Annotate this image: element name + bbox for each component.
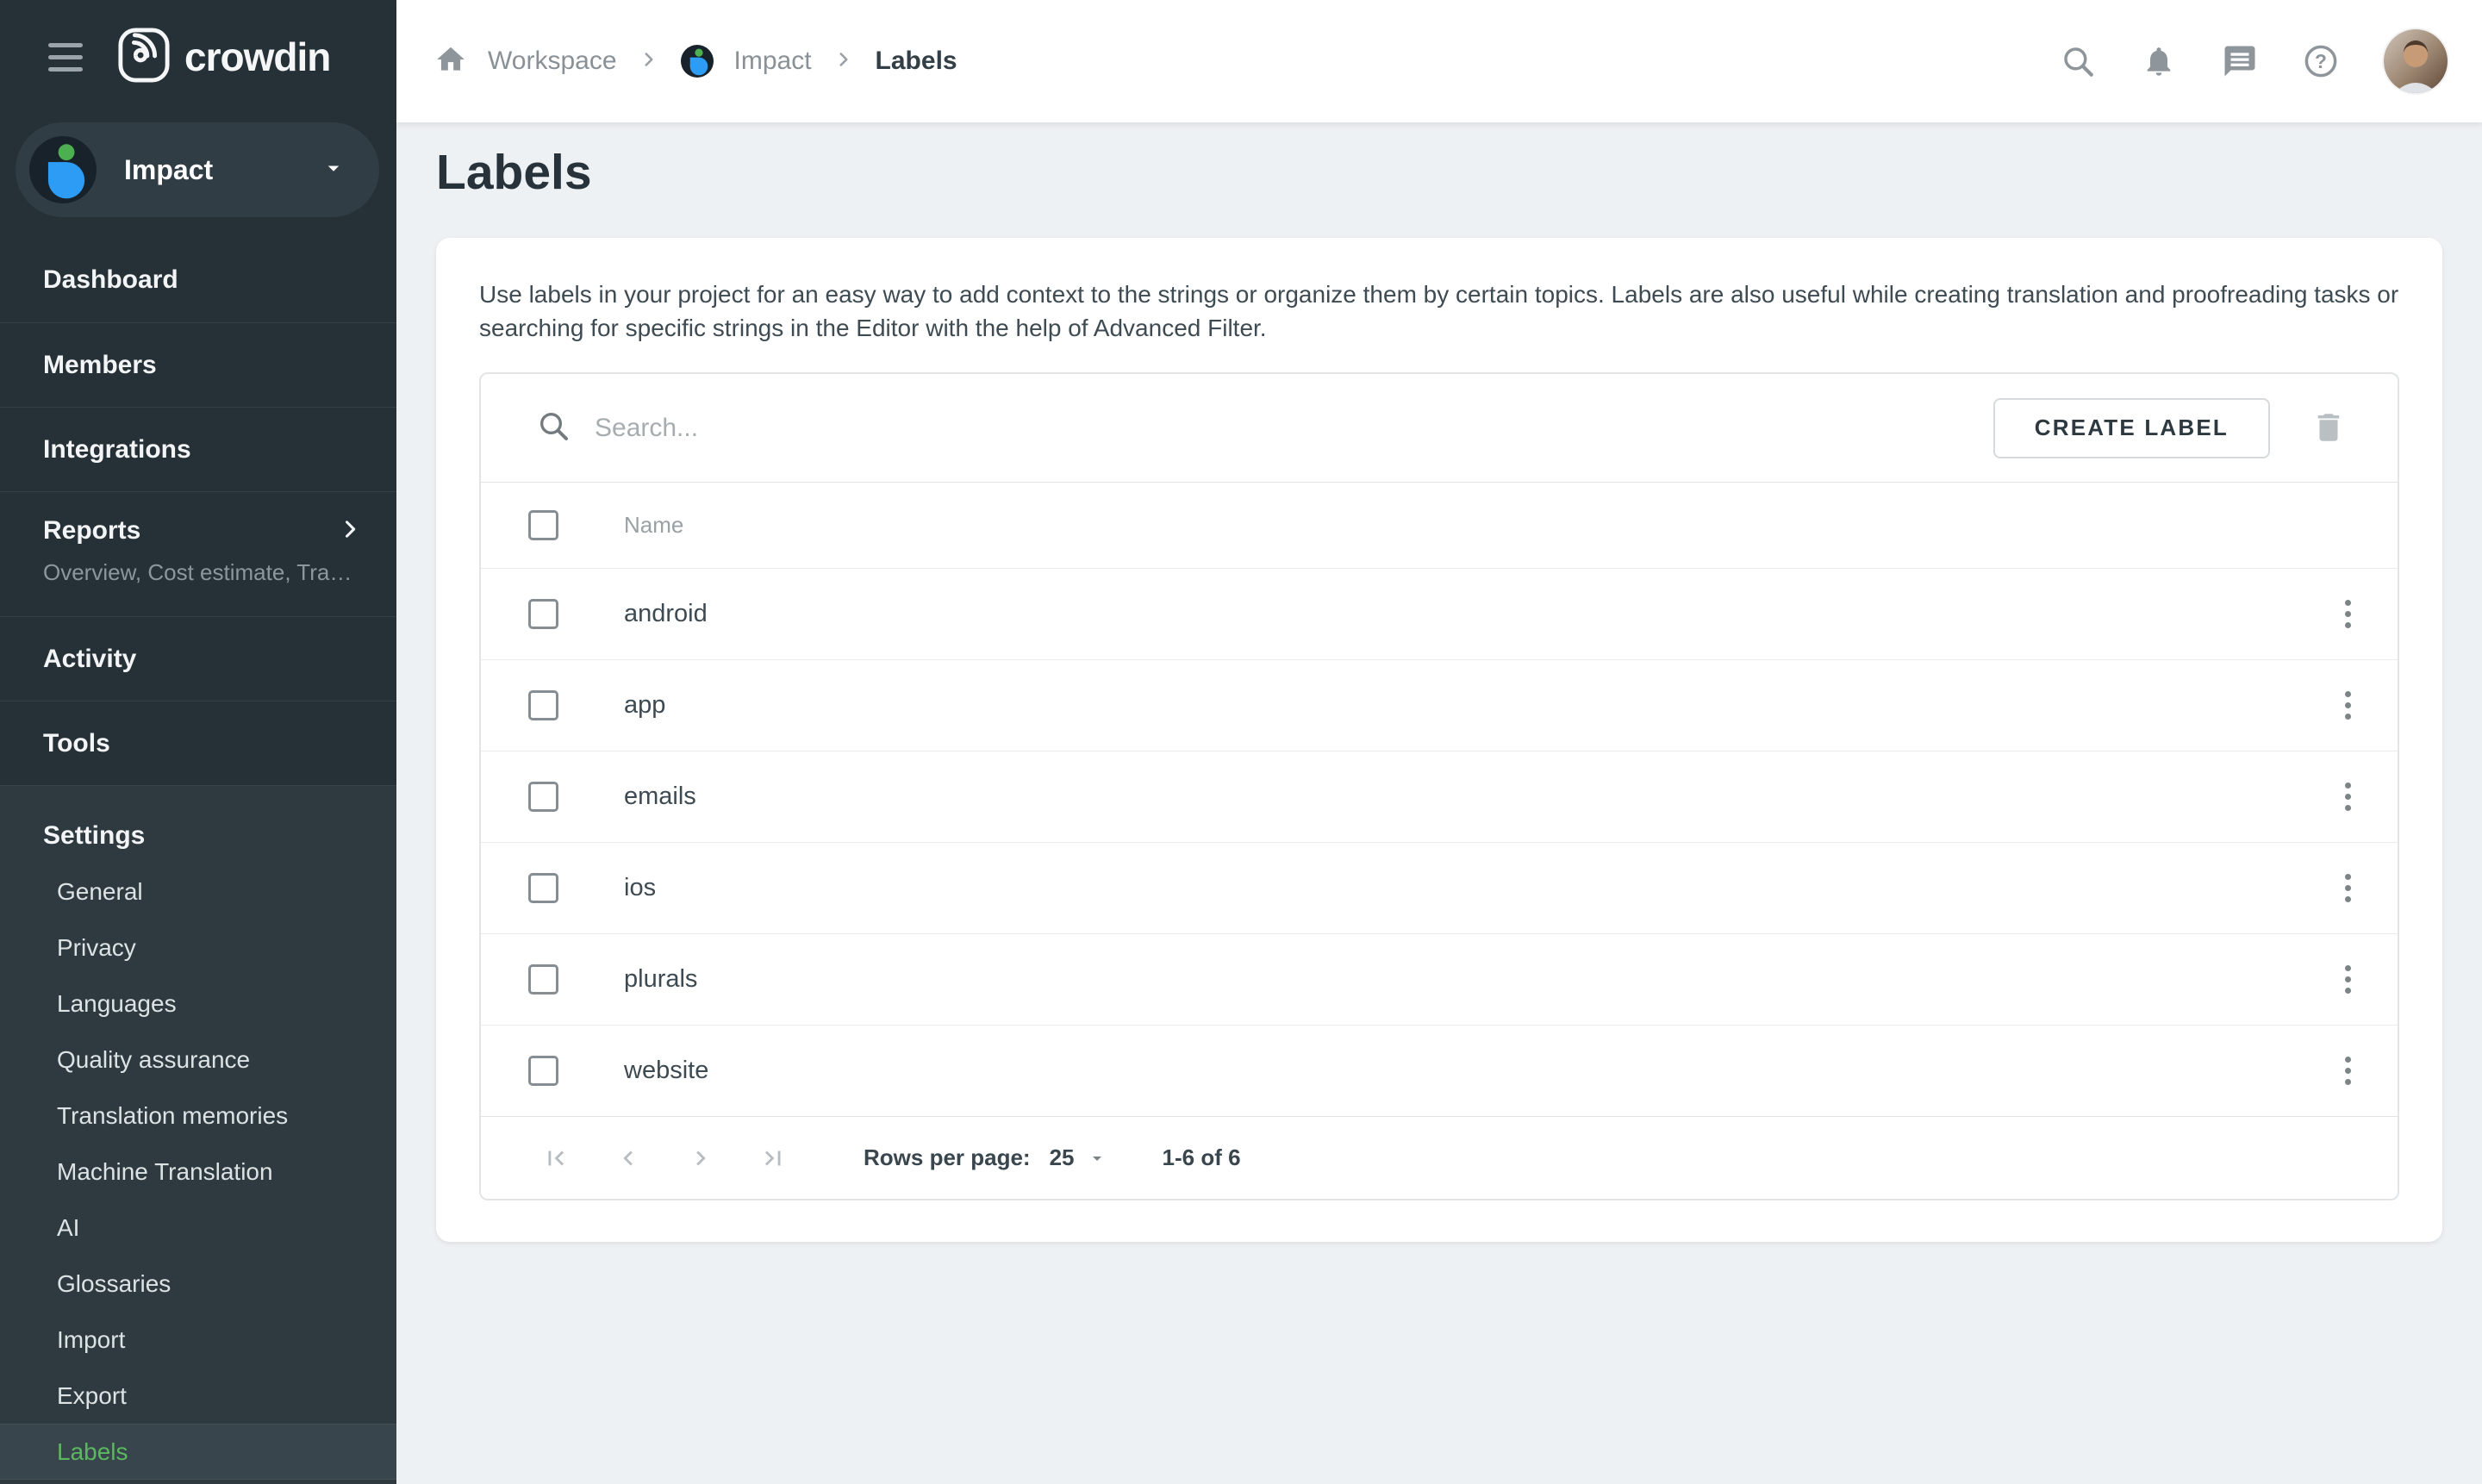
row-checkbox[interactable] xyxy=(528,690,558,720)
chevron-right-icon xyxy=(833,48,855,75)
labels-toolbar: CREATE LABEL xyxy=(481,374,2398,482)
sidebar-item-reports[interactable]: Reports Overview, Cost estimate, Transl.… xyxy=(0,491,396,616)
row-menu-kebab-icon[interactable] xyxy=(2336,683,2360,728)
labels-card: Use labels in your project for an easy w… xyxy=(436,238,2442,1242)
impact-project-icon xyxy=(681,45,714,78)
page-title: Labels xyxy=(436,145,2442,200)
pagination-range: 1-6 of 6 xyxy=(1163,1144,1241,1171)
chevron-right-icon xyxy=(638,48,660,75)
chevron-right-icon xyxy=(338,517,362,546)
sidebar-item-dashboard[interactable]: Dashboard xyxy=(0,238,396,322)
sidebar-item-general[interactable]: General xyxy=(0,864,396,920)
sidebar-item-tools[interactable]: Tools xyxy=(0,701,396,785)
sidebar-item-integrations[interactable]: Integrations xyxy=(0,407,396,491)
row-menu-kebab-icon[interactable] xyxy=(2336,591,2360,637)
table-header-row: Name xyxy=(481,482,2398,568)
user-avatar[interactable] xyxy=(2384,29,2448,93)
rows-per-page-label: Rows per page: xyxy=(864,1144,1031,1171)
sidebar-item-quality-assurance[interactable]: Quality assurance xyxy=(0,1032,396,1088)
sidebar-item-glossaries[interactable]: Glossaries xyxy=(0,1256,396,1312)
sidebar-item-languages[interactable]: Languages xyxy=(0,976,396,1032)
label-name: emails xyxy=(624,783,696,811)
sidebar-item-privacy[interactable]: Privacy xyxy=(0,920,396,976)
table-row[interactable]: emails xyxy=(481,751,2398,842)
row-checkbox[interactable] xyxy=(528,1056,558,1086)
row-checkbox[interactable] xyxy=(528,782,558,812)
project-switcher[interactable]: Impact xyxy=(16,122,379,217)
help-icon[interactable]: ? xyxy=(2303,43,2339,79)
label-name: app xyxy=(624,691,665,720)
content-area: Labels Use labels in your project for an… xyxy=(396,122,2482,1484)
breadcrumb-workspace[interactable]: Workspace xyxy=(488,47,617,76)
column-header-name: Name xyxy=(624,512,683,539)
label-name: plurals xyxy=(624,965,697,994)
select-all-checkbox[interactable] xyxy=(528,510,558,540)
previous-page-icon[interactable] xyxy=(605,1135,652,1182)
sidebar-item-import[interactable]: Import xyxy=(0,1312,396,1368)
chevron-down-icon xyxy=(321,155,346,185)
sidebar-header: crowdin xyxy=(0,0,396,114)
row-checkbox[interactable] xyxy=(528,964,558,995)
table-row[interactable]: ios xyxy=(481,842,2398,933)
crowdin-logo-icon xyxy=(117,27,171,88)
project-name: Impact xyxy=(124,154,321,186)
sidebar-nav: Dashboard Members Integrations Reports O… xyxy=(0,238,396,785)
sidebar: crowdin Impact Dashboard Members Integra… xyxy=(0,0,396,1484)
row-menu-kebab-icon[interactable] xyxy=(2336,865,2360,911)
breadcrumb-impact[interactable]: Impact xyxy=(734,47,812,76)
svg-text:?: ? xyxy=(2315,50,2327,72)
messages-chat-icon[interactable] xyxy=(2222,43,2258,79)
chevron-down-icon xyxy=(1087,1148,1107,1169)
sidebar-item-ai[interactable]: AI xyxy=(0,1200,396,1256)
create-label-button[interactable]: CREATE LABEL xyxy=(1993,398,2270,458)
sidebar-item-machine-translation[interactable]: Machine Translation xyxy=(0,1144,396,1200)
sidebar-item-export[interactable]: Export xyxy=(0,1368,396,1424)
main-column: Workspace Impact Labels xyxy=(396,0,2482,1484)
topbar: Workspace Impact Labels xyxy=(396,0,2482,122)
crowdin-wordmark: crowdin xyxy=(184,34,330,80)
label-name: ios xyxy=(624,874,656,902)
label-name: android xyxy=(624,600,708,628)
row-menu-kebab-icon[interactable] xyxy=(2336,957,2360,1002)
hamburger-menu-icon[interactable] xyxy=(48,43,83,72)
settings-section-title: Settings xyxy=(0,808,396,864)
crowdin-logo[interactable]: crowdin xyxy=(117,27,330,88)
pagination-bar: Rows per page: 25 1-6 of 6 xyxy=(481,1116,2398,1199)
project-avatar-impact-icon xyxy=(29,136,97,203)
rows-per-page-select[interactable]: 25 xyxy=(1050,1144,1107,1171)
table-row[interactable]: app xyxy=(481,659,2398,751)
table-row[interactable]: website xyxy=(481,1025,2398,1116)
sidebar-item-members[interactable]: Members xyxy=(0,322,396,407)
row-menu-kebab-icon[interactable] xyxy=(2336,774,2360,820)
delete-trash-icon[interactable] xyxy=(2310,409,2348,447)
last-page-icon[interactable] xyxy=(750,1135,796,1182)
row-checkbox[interactable] xyxy=(528,599,558,629)
label-name: website xyxy=(624,1057,708,1085)
sidebar-item-activity[interactable]: Activity xyxy=(0,616,396,701)
search-icon xyxy=(536,408,571,447)
search-input[interactable] xyxy=(595,414,1993,443)
row-checkbox[interactable] xyxy=(528,873,558,903)
breadcrumb-labels: Labels xyxy=(876,47,957,76)
reports-subtitle: Overview, Cost estimate, Transl... xyxy=(43,559,362,586)
breadcrumb: Workspace Impact Labels xyxy=(434,43,957,80)
search-icon[interactable] xyxy=(2060,43,2096,79)
row-menu-kebab-icon[interactable] xyxy=(2336,1048,2360,1094)
next-page-icon[interactable] xyxy=(677,1135,724,1182)
table-row[interactable]: plurals xyxy=(481,933,2398,1025)
labels-table-container: CREATE LABEL Name android app xyxy=(479,372,2399,1200)
first-page-icon[interactable] xyxy=(533,1135,579,1182)
table-row[interactable]: android xyxy=(481,568,2398,659)
topbar-actions: ? xyxy=(2060,29,2448,93)
sidebar-settings-section: Settings General Privacy Languages Quali… xyxy=(0,785,396,1484)
labels-description: Use labels in your project for an easy w… xyxy=(479,277,2399,345)
sidebar-item-translation-memories[interactable]: Translation memories xyxy=(0,1088,396,1144)
notifications-bell-icon[interactable] xyxy=(2141,43,2177,79)
home-icon[interactable] xyxy=(434,43,467,80)
sidebar-item-labels[interactable]: Labels xyxy=(0,1424,396,1480)
